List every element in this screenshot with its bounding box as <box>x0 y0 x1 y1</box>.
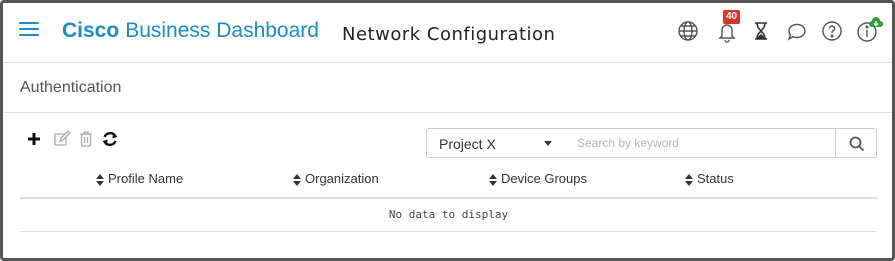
sort-icon <box>489 173 497 186</box>
globe-icon[interactable] <box>676 19 700 43</box>
column-label: Organization <box>305 171 379 186</box>
download-badge-icon <box>868 15 884 31</box>
column-label: Status <box>697 171 734 186</box>
hamburger-menu-icon[interactable] <box>19 22 39 38</box>
sort-icon <box>96 173 104 186</box>
section-title: Authentication <box>20 79 122 96</box>
chevron-down-icon <box>544 141 552 146</box>
project-dropdown-value: Project X <box>439 136 496 152</box>
edit-icon[interactable] <box>52 129 72 149</box>
sort-icon <box>685 173 693 186</box>
sort-icon <box>293 173 301 186</box>
section-header: Authentication <box>3 63 892 113</box>
add-icon[interactable] <box>24 129 44 149</box>
search-input[interactable] <box>562 128 836 158</box>
empty-message: No data to display <box>388 208 509 221</box>
delete-icon[interactable] <box>76 129 96 149</box>
help-icon[interactable] <box>820 19 844 43</box>
notification-count-badge: 40 <box>723 10 741 24</box>
brand-cisco: Cisco <box>62 19 120 42</box>
hourglass-icon[interactable] <box>749 19 773 43</box>
top-header: Cisco Business Dashboard Network Configur… <box>3 3 892 63</box>
project-dropdown[interactable]: Project X <box>426 128 563 158</box>
column-header-organization[interactable]: Organization <box>293 171 379 186</box>
column-label: Device Groups <box>501 171 587 186</box>
app-window: Cisco Business Dashboard Network Configur… <box>0 0 895 261</box>
search-icon <box>849 136 865 152</box>
brand-title: Cisco Business Dashboard <box>62 19 319 43</box>
page-title: Network Configuration <box>342 24 556 45</box>
brand-product: Business Dashboard <box>125 19 319 42</box>
column-header-device-groups[interactable]: Device Groups <box>489 171 587 186</box>
table-empty-row: No data to display <box>20 200 877 232</box>
chat-icon[interactable] <box>785 19 809 43</box>
column-header-profile-name[interactable]: Profile Name <box>96 171 183 186</box>
table-header: Profile Name Organization Device Groups … <box>20 161 877 199</box>
column-header-status[interactable]: Status <box>685 171 734 186</box>
search-button[interactable] <box>835 128 877 158</box>
refresh-icon[interactable] <box>100 129 120 149</box>
column-label: Profile Name <box>108 171 184 186</box>
